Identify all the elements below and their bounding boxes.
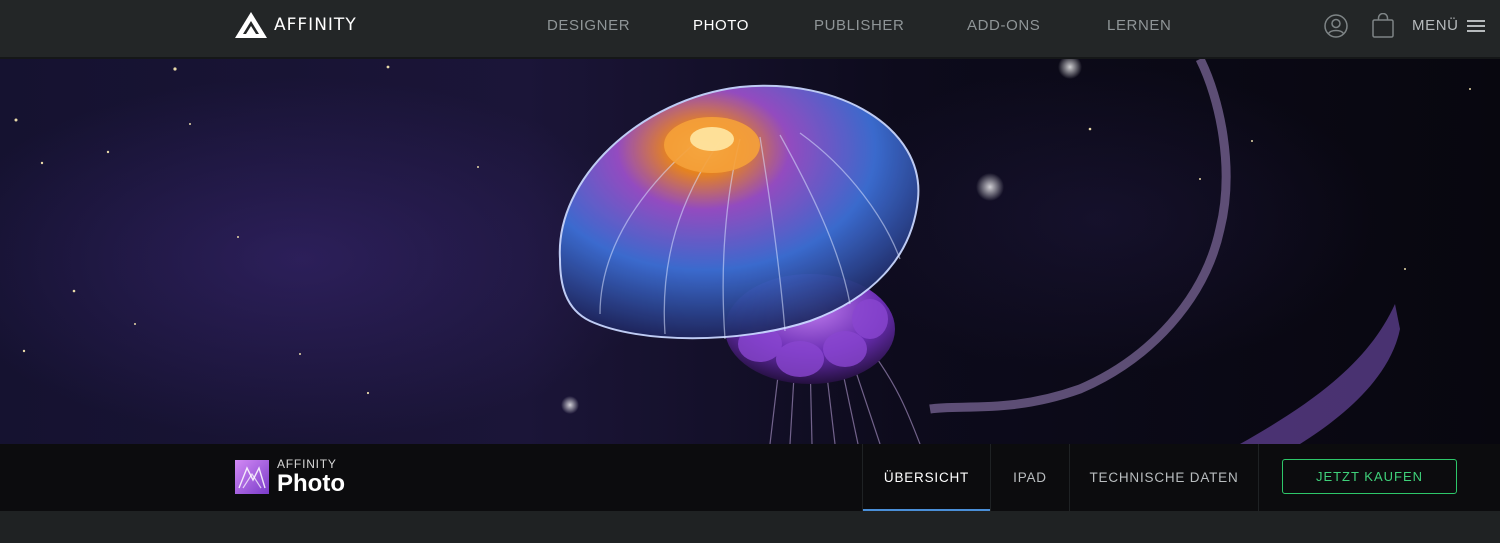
- tab-label: ÜBERSICHT: [883, 470, 970, 485]
- product-subnav: AFFINITY Photo ÜBERSICHT IPAD TECHNISCHE…: [0, 444, 1500, 511]
- nav-add-ons[interactable]: ADD-ONS: [967, 17, 1040, 34]
- jellyfish-hero-image: [14, 59, 1471, 444]
- logo-text: AFFINITY: [274, 15, 357, 35]
- tab-technische-daten[interactable]: TECHNISCHE DATEN: [1069, 444, 1259, 511]
- hamburger-icon: [1466, 19, 1485, 32]
- buy-now-button[interactable]: JETZT KAUFEN: [1282, 459, 1457, 494]
- tab-ubersicht[interactable]: ÜBERSICHT: [862, 444, 990, 511]
- tab-ipad[interactable]: IPAD: [990, 444, 1069, 511]
- nav-photo[interactable]: PHOTO: [693, 17, 749, 34]
- top-navigation: AFFINITY DESIGNER PHOTO PUBLISHER ADD-ON…: [0, 0, 1500, 59]
- hero-banner: [0, 59, 1500, 444]
- menu-button[interactable]: MENÜ: [1412, 17, 1485, 34]
- nav-lernen[interactable]: LERNEN: [1107, 17, 1171, 34]
- shopping-bag-icon[interactable]: [1371, 13, 1395, 39]
- affinity-photo-logo[interactable]: AFFINITY Photo: [235, 458, 345, 496]
- user-circle-icon[interactable]: [1324, 14, 1348, 38]
- tab-label: IPAD: [1013, 470, 1047, 485]
- nav-publisher[interactable]: PUBLISHER: [814, 17, 904, 34]
- affinity-logo[interactable]: AFFINITY: [234, 11, 357, 39]
- product-name: Photo: [277, 470, 345, 497]
- tab-label: TECHNISCHE DATEN: [1089, 470, 1239, 485]
- affinity-photo-logo-icon: [235, 460, 269, 494]
- affinity-logo-icon: [235, 12, 267, 38]
- product-brand: AFFINITY: [277, 457, 337, 471]
- menu-label: MENÜ: [1412, 17, 1459, 34]
- nav-designer[interactable]: DESIGNER: [547, 17, 630, 34]
- page-content-strip: [0, 511, 1500, 543]
